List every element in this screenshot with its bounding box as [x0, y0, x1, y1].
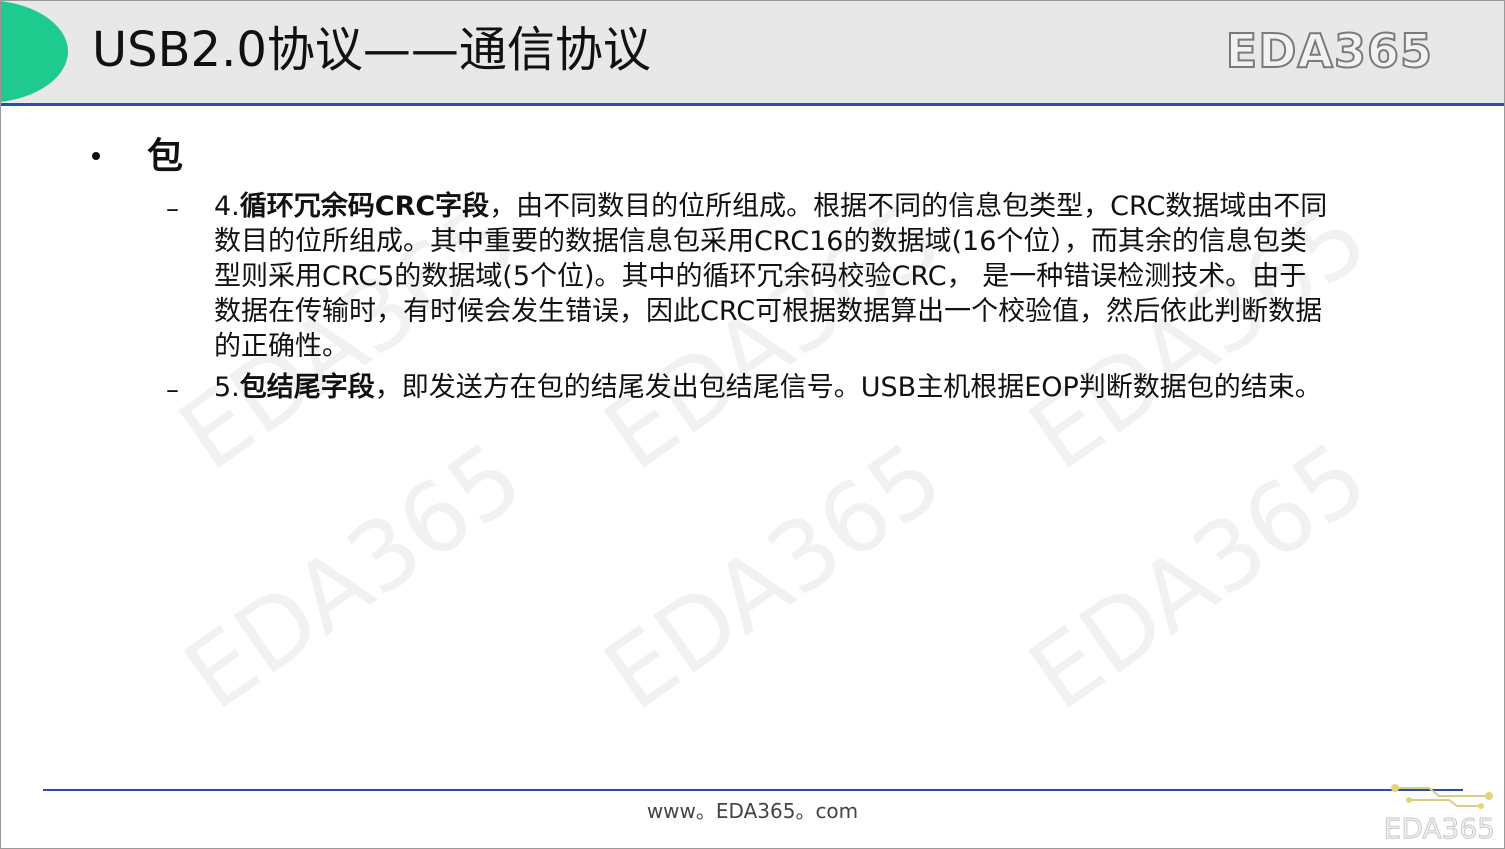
slide-content: 包 – 4.循环冗余码CRC字段，由不同数目的位所组成。根据不同的信息包类型，C…	[0, 0, 1505, 849]
list-item-crc: 4.循环冗余码CRC字段，由不同数目的位所组成。根据不同的信息包类型，CRC数据…	[214, 189, 1414, 364]
item-prefix: 5.	[214, 372, 240, 403]
item-prefix: 4.	[214, 191, 240, 222]
item-text-line: 数目的位所组成。其中重要的数据信息包采用CRC16的数据域(16个位），而其余的…	[214, 226, 1307, 257]
item-text-line: ，由不同数目的位所组成。根据不同的信息包类型，CRC数据域由不同	[489, 191, 1328, 222]
item-text-line: 型则采用CRC5的数据域(5个位)。其中的循环冗余码校验CRC， 是一种错误检测…	[214, 261, 1307, 292]
list-item-eop: 5.包结尾字段，即发送方在包的结尾发出包结尾信号。USB主机根据EOP判断数据包…	[214, 370, 1414, 405]
item-text-line: 的正确性。	[214, 331, 349, 362]
slide: USB2.0协议——通信协议 EDA365 EDA365 EDA365 EDA3…	[0, 0, 1505, 849]
item-bold-term: 包结尾字段	[239, 372, 375, 403]
bullet-heading: 包	[147, 136, 184, 177]
item-bold-term: 循环冗余码CRC字段	[239, 191, 490, 222]
item-text-line: 数据在传输时，有时候会发生错误，因此CRC可根据数据算出一个校验值，然后依此判断…	[214, 296, 1323, 327]
dash-icon: –	[166, 194, 179, 224]
dash-icon: –	[166, 375, 179, 405]
item-text-line: ，即发送方在包的结尾发出包结尾信号。USB主机根据EOP判断数据包的结束。	[374, 372, 1322, 403]
bullet-dot-icon	[92, 152, 100, 160]
